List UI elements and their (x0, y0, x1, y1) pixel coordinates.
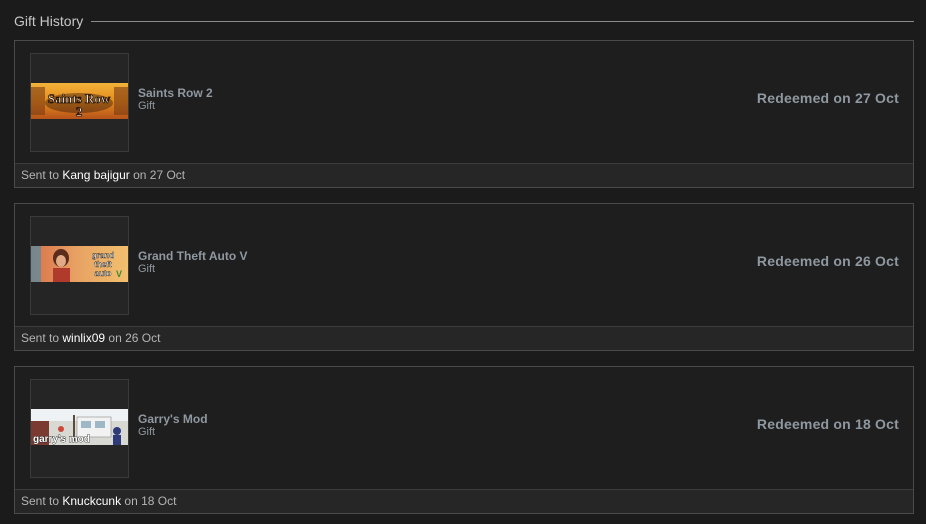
sent-date: on 18 Oct (124, 494, 177, 508)
game-capsule[interactable]: Saints Row 2 (30, 53, 129, 152)
game-name[interactable]: Grand Theft Auto V (138, 249, 248, 263)
svg-text:garry's mod: garry's mod (33, 434, 90, 445)
svg-text:grand: grand (92, 251, 114, 260)
sent-to-bar: Sent to Knuckcunk on 18 Oct (15, 489, 913, 513)
recipient-link[interactable]: Knuckcunk (62, 494, 121, 508)
game-info: Saints Row 2 Gift (138, 86, 213, 113)
svg-text:V: V (116, 269, 122, 279)
game-capsule[interactable]: grand theft auto V (30, 216, 129, 315)
gta-v-capsule-image: grand theft auto V (31, 246, 128, 282)
gift-type-label: Gift (138, 100, 156, 112)
svg-text:theft: theft (94, 260, 112, 269)
sent-to-bar: Sent to winlix09 on 26 Oct (15, 326, 913, 350)
redeemed-status: Redeemed on 27 Oct (756, 90, 899, 106)
game-info: Garry's Mod Gift (138, 412, 208, 439)
sent-date: on 26 Oct (108, 331, 161, 345)
redeemed-status: Redeemed on 18 Oct (756, 416, 899, 432)
game-info: Grand Theft Auto V Gift (138, 249, 248, 276)
recipient-link[interactable]: Kang bajigur (62, 168, 129, 182)
svg-text:auto: auto (95, 269, 112, 278)
gift-history-page: Gift History Saints Row 2 Saints Row 2 G… (0, 0, 926, 524)
sent-date: on 27 Oct (133, 168, 186, 182)
sent-prefix: Sent to (21, 331, 60, 345)
gift-card: grand theft auto V Grand Theft Auto V Gi… (14, 203, 914, 351)
gift-history-header: Gift History (14, 12, 914, 30)
section-title: Gift History (14, 13, 84, 29)
gift-type-label: Gift (138, 426, 156, 438)
svg-text:2: 2 (76, 104, 83, 119)
saints-row-2-capsule-image: Saints Row 2 (31, 83, 128, 119)
sent-to-bar: Sent to Kang bajigur on 27 Oct (15, 163, 913, 187)
garrys-mod-capsule-image: garry's mod (31, 409, 128, 445)
sent-prefix: Sent to (21, 494, 60, 508)
gift-card: garry's mod Garry's Mod Gift Redeemed on… (14, 366, 914, 514)
game-name[interactable]: Saints Row 2 (138, 86, 213, 100)
recipient-link[interactable]: winlix09 (62, 331, 105, 345)
sent-prefix: Sent to (21, 168, 60, 182)
game-name[interactable]: Garry's Mod (138, 412, 208, 426)
gift-card: Saints Row 2 Saints Row 2 Gift Redeemed … (14, 40, 914, 188)
gift-type-label: Gift (138, 263, 156, 275)
redeemed-status: Redeemed on 26 Oct (756, 253, 899, 269)
section-divider (91, 21, 914, 22)
game-capsule[interactable]: garry's mod (30, 379, 129, 478)
